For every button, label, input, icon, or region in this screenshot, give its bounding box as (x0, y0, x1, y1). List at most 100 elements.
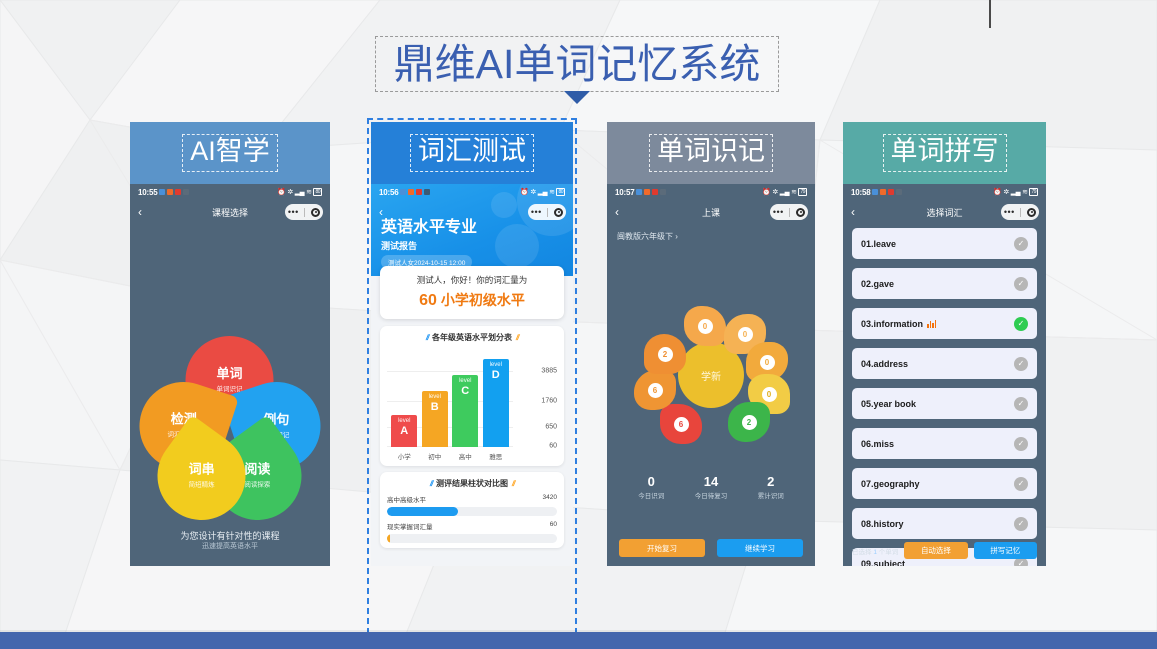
status-time: 10:56 (379, 187, 399, 197)
sun-petal-count: 2 (741, 414, 757, 430)
start-review-button[interactable]: 开始复习 (619, 539, 705, 557)
mini-program-capsule[interactable]: ••• (770, 204, 808, 220)
list-item[interactable]: 02.gave ✓ (852, 268, 1037, 299)
stat-total-learned: 2 累计识词 (758, 474, 784, 500)
close-target-icon[interactable] (796, 207, 806, 217)
bar-level-letter: A (400, 424, 409, 437)
capsule-divider (547, 207, 549, 217)
app-icon-2 (167, 189, 174, 195)
close-target-icon[interactable] (1027, 207, 1037, 217)
auto-select-button[interactable]: 自动选择 (904, 542, 968, 559)
back-icon[interactable]: ‹ (379, 206, 383, 218)
spelling-memory-button[interactable]: 拼写记忆 (973, 542, 1037, 559)
more-icon[interactable]: ••• (773, 207, 784, 217)
list-item[interactable]: 07.geography ✓ (852, 468, 1037, 499)
card-ai-learning[interactable]: AI智学 10:55 ⏰ ✲ ▂▄ ≋ 80 ‹ 课程选择 ••• 单词 单词识… (130, 122, 330, 630)
card-vocabulary-test[interactable]: 词汇测试 10:56 ⏰ ✲ ▂▄ ≋ 80 ‹ ••• 英语水平专业 测试报告… (367, 118, 577, 634)
back-icon[interactable]: ‹ (138, 206, 142, 218)
list-item[interactable]: 01.leave ✓ (852, 228, 1037, 259)
select-checkbox[interactable]: ✓ (1014, 356, 1028, 371)
bluetooth-icon: ✲ (1003, 189, 1009, 196)
select-checkbox[interactable]: ✓ (1014, 436, 1028, 451)
capsule-divider (789, 207, 791, 217)
app-icon-4 (660, 189, 667, 195)
progress-sunflower[interactable]: 学新 0 0 0 0 2 6 6 2 (634, 306, 790, 447)
word-text: 01.leave (861, 238, 897, 249)
close-target-icon[interactable] (554, 207, 564, 217)
course-flower-wheel[interactable]: 单词 单词识记 例句 例句识记 检测 词汇量测试 阅读 (130, 336, 330, 538)
word-text: 08.history (861, 518, 904, 529)
signal-icon: ▂▄ (779, 189, 790, 196)
bar-level-b: level B (421, 391, 448, 447)
signal-icon: ▂▄ (1010, 189, 1021, 196)
progress-track (387, 507, 557, 516)
status-time: 10:57 (615, 187, 635, 197)
sparkle-icon-right: // (511, 479, 516, 488)
nav-bar: ‹ ••• (371, 200, 573, 224)
back-icon[interactable]: ‹ (615, 206, 619, 218)
close-target-icon[interactable] (311, 207, 321, 217)
list-item[interactable]: 05.year book ✓ (852, 388, 1037, 419)
list-item[interactable]: 08.history ✓ (852, 508, 1037, 539)
stat-today-review: 14 今日待复习 (695, 474, 728, 500)
score-level: 小学初级水平 (440, 292, 525, 308)
card-header-word-spelling: 单词拼写 (843, 122, 1046, 184)
compare-title: 测评结果柱状对比图 (436, 479, 508, 488)
app-icon-4 (183, 189, 190, 195)
more-icon[interactable]: ••• (288, 207, 299, 217)
more-icon[interactable]: ••• (531, 207, 542, 217)
compare-value: 3420 (542, 494, 557, 501)
back-icon[interactable]: ‹ (851, 206, 855, 218)
bar-level-label: level (428, 394, 441, 400)
mini-program-capsule[interactable]: ••• (285, 204, 323, 220)
sun-petal-count: 0 (759, 354, 775, 370)
sun-petal-count: 6 (647, 382, 663, 398)
more-icon[interactable]: ••• (1004, 207, 1015, 217)
word-text: 04.address (861, 358, 909, 369)
y-tick-0: 3885 (541, 367, 557, 375)
stat-value: 2 (767, 474, 775, 489)
signal-icon: ▂▄ (537, 189, 548, 196)
x-tick-2: 高中 (458, 454, 472, 461)
card-word-recognition[interactable]: 单词识记 10:57 ⏰ ✲ ▂▄ ≋ 79 ‹ 上课 ••• 闽教版六年级下 … (607, 122, 815, 630)
select-checkbox[interactable]: ✓ (1014, 316, 1028, 331)
word-list-footer: 已选择 1 个单词 自动选择 拼写记忆 (843, 542, 1046, 559)
compare-value: 60 (549, 521, 557, 528)
select-checkbox[interactable]: ✓ (1014, 276, 1028, 291)
progress-fill (387, 534, 391, 543)
card-word-spelling[interactable]: 单词拼写 10:58 ⏰ ✲ ▂▄ ≋ 79 ‹ 选择词汇 ••• 01.lea… (843, 122, 1046, 630)
app-icon-1 (636, 189, 643, 195)
bluetooth-icon: ✲ (530, 189, 536, 196)
phone-screen-word-recognition: 10:57 ⏰ ✲ ▂▄ ≋ 79 ‹ 上课 ••• 闽教版六年级下 › 学新 … (607, 184, 815, 566)
select-checkbox[interactable]: ✓ (1014, 476, 1028, 491)
sun-petal-5[interactable]: 2 (728, 402, 770, 442)
select-checkbox[interactable]: ✓ (1014, 516, 1028, 531)
sun-petal-1[interactable]: 0 (684, 306, 726, 346)
sound-wave-icon[interactable] (927, 319, 937, 328)
sun-petal-6[interactable]: 6 (660, 404, 702, 444)
report-hero: 10:56 ⏰ ✲ ▂▄ ≋ 80 ‹ ••• 英语水平专业 测试报告 测试人女… (371, 184, 573, 276)
app-icon-2 (880, 189, 887, 195)
sun-petal-7[interactable]: 6 (634, 370, 676, 410)
app-icon-3 (416, 189, 423, 195)
score-card: 测试人，你好！你的词汇量为 60 小学初级水平 (380, 266, 564, 319)
textbook-selector[interactable]: 闽教版六年级下 › (617, 231, 678, 242)
slide-title-box[interactable]: 鼎维AI单词记忆系统 (375, 36, 779, 92)
select-checkbox[interactable]: ✓ (1014, 236, 1028, 251)
sun-petal-8[interactable]: 2 (644, 334, 686, 374)
phone-screen-word-spelling: 10:58 ⏰ ✲ ▂▄ ≋ 79 ‹ 选择词汇 ••• 01.leave ✓ … (843, 184, 1046, 566)
list-item[interactable]: 04.address ✓ (852, 348, 1037, 379)
status-bar: 10:57 ⏰ ✲ ▂▄ ≋ 79 (607, 184, 815, 200)
compare-title-row: // 测评结果柱状对比图 // (387, 478, 557, 489)
mini-program-capsule[interactable]: ••• (1001, 204, 1039, 220)
mini-program-capsule[interactable]: ••• (528, 204, 566, 220)
stat-label: 累计识词 (757, 493, 784, 500)
list-item[interactable]: 06.miss ✓ (852, 428, 1037, 459)
continue-study-button[interactable]: 继续学习 (717, 539, 803, 557)
bar-level-label: level (398, 418, 411, 424)
list-item[interactable]: 03.information ✓ (852, 308, 1037, 339)
score-number: 60 (419, 292, 437, 309)
bluetooth-icon: ✲ (772, 189, 778, 196)
sparkle-icon-left: // (424, 333, 429, 342)
select-checkbox[interactable]: ✓ (1014, 396, 1028, 411)
